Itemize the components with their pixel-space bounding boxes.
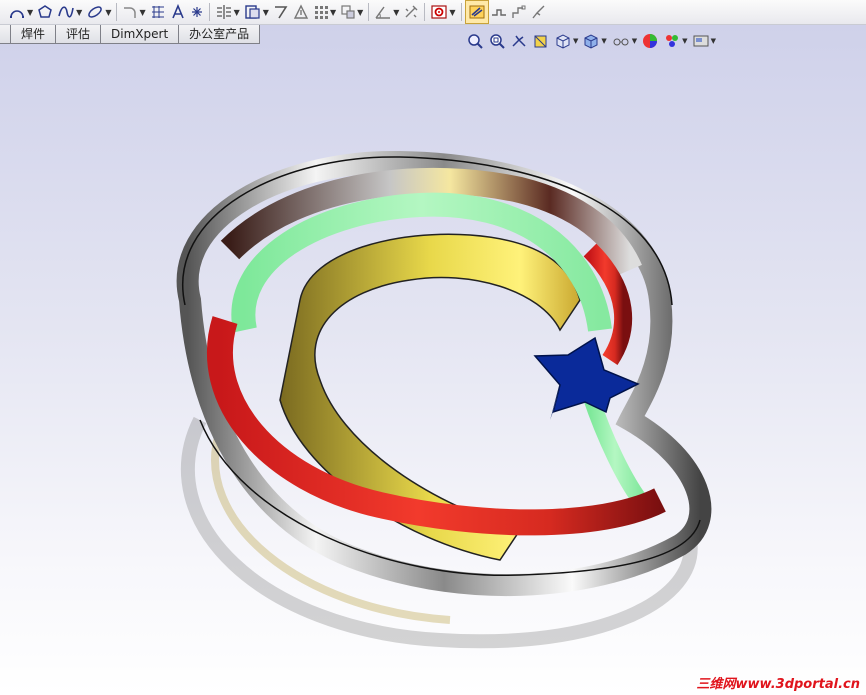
sketch-icon <box>431 5 448 19</box>
model-3d[interactable] <box>0 25 866 695</box>
dropdown-arrow-icon[interactable]: ▼ <box>601 37 606 45</box>
step-line-icon <box>491 9 506 16</box>
smart-dimension-button[interactable]: ▼ <box>0 1 35 23</box>
step-line-button[interactable] <box>489 1 509 23</box>
dropdown-arrow-icon[interactable]: ▼ <box>27 8 33 17</box>
previous-view-button[interactable] <box>510 32 528 50</box>
rapid-sketch-button[interactable] <box>464 0 489 24</box>
toolbar-separator <box>116 3 118 21</box>
apply-scene-button[interactable]: ▼ <box>663 32 688 50</box>
zoom-area-icon <box>490 34 505 49</box>
section-view-button[interactable] <box>532 32 550 50</box>
sketch-button[interactable]: ▼ <box>428 1 457 23</box>
previous-view-icon <box>512 35 526 47</box>
section-view-icon <box>534 35 547 48</box>
pattern-button[interactable]: ▼ <box>311 1 338 23</box>
dropdown-arrow-icon[interactable]: ▼ <box>393 8 399 17</box>
heads-up-toolbar: ▼ ▼ ▼ ▼ ▼ <box>466 30 720 52</box>
view-settings-icon <box>693 35 709 47</box>
fillet-icon <box>124 7 137 18</box>
command-tabs: 焊件 评估 DimXpert 办公室产品 <box>0 25 261 44</box>
toolbar-separator <box>460 3 462 21</box>
watermark-text: 三维网www.3dportal.cn <box>696 677 860 692</box>
pattern-icon <box>314 6 328 19</box>
ellipse-button[interactable]: ▼ <box>84 1 113 23</box>
spline-icon <box>58 6 74 18</box>
toolbar-separator <box>208 3 210 21</box>
toolbar-separator <box>424 3 426 21</box>
tab-dimxpert[interactable]: DimXpert <box>100 25 180 44</box>
toolbar-separator <box>368 3 370 21</box>
sketch-fillet-button[interactable] <box>509 1 529 23</box>
edit-appearance-icon <box>643 34 658 48</box>
trim-button[interactable] <box>291 1 311 23</box>
polygon-icon <box>38 5 53 18</box>
rapid-sketch-icon <box>469 5 485 19</box>
zoom-to-fit-icon <box>468 34 483 49</box>
pen-icon <box>532 5 545 19</box>
ellipse-icon <box>88 6 103 18</box>
sketch-toolbar: ▼ ▼ ▼ ▼ ▼ ▼ ▼ ▼ ▼ ▼ <box>0 0 866 25</box>
offset-icon <box>245 5 260 19</box>
sketch-fillet-icon <box>511 5 526 18</box>
dropdown-arrow-icon[interactable]: ▼ <box>330 8 336 17</box>
dropdown-arrow-icon[interactable]: ▼ <box>263 8 269 17</box>
view-settings-button[interactable]: ▼ <box>692 32 716 50</box>
dropdown-arrow-icon[interactable]: ▼ <box>682 37 687 45</box>
view-orientation-icon <box>556 34 570 49</box>
convert-button[interactable] <box>271 1 291 23</box>
text-button[interactable] <box>148 1 168 23</box>
arc-icon <box>10 10 24 18</box>
edit-appearance-button[interactable] <box>641 32 659 50</box>
text-tool-button[interactable] <box>168 1 188 23</box>
trim-icon <box>293 4 309 19</box>
tab-weldments[interactable]: 焊件 <box>10 25 57 44</box>
move-button[interactable]: ▼ <box>338 1 365 23</box>
dropdown-arrow-icon[interactable]: ▼ <box>573 37 578 45</box>
mirror-button[interactable]: ▼ <box>213 1 242 23</box>
point-icon <box>191 7 202 17</box>
dropdown-arrow-icon[interactable]: ▼ <box>632 37 637 45</box>
repair-button[interactable] <box>401 1 421 23</box>
tab-office-products[interactable]: 办公室产品 <box>178 25 261 44</box>
grid-icon <box>151 6 164 18</box>
offset-button[interactable]: ▼ <box>242 1 271 23</box>
dropdown-arrow-icon[interactable]: ▼ <box>449 8 455 17</box>
zoom-area-button[interactable] <box>488 32 506 50</box>
zoom-to-fit-button[interactable] <box>466 32 484 50</box>
dropdown-arrow-icon[interactable]: ▼ <box>76 8 82 17</box>
relation-icon <box>375 6 391 19</box>
pen-button[interactable] <box>529 1 549 23</box>
dropdown-arrow-icon[interactable]: ▼ <box>105 8 111 17</box>
dropdown-arrow-icon[interactable]: ▼ <box>139 8 145 17</box>
convert-icon <box>274 6 288 19</box>
view-orientation-button[interactable]: ▼ <box>554 32 578 50</box>
mirror-icon <box>216 5 231 19</box>
repair-icon <box>405 5 418 18</box>
text-icon <box>171 4 184 19</box>
relation-button[interactable]: ▼ <box>372 1 401 23</box>
dropdown-arrow-icon[interactable]: ▼ <box>711 37 716 45</box>
dropdown-arrow-icon[interactable]: ▼ <box>234 8 240 17</box>
tab-evaluate[interactable]: 评估 <box>55 25 102 44</box>
fillet-button[interactable]: ▼ <box>120 1 147 23</box>
dropdown-arrow-icon[interactable]: ▼ <box>357 8 363 17</box>
polygon-button[interactable] <box>35 1 55 23</box>
display-style-button[interactable]: ▼ <box>582 32 607 50</box>
hide-show-button[interactable]: ▼ <box>611 32 637 50</box>
display-style-icon <box>584 34 598 49</box>
move-icon <box>341 5 355 19</box>
apply-scene-icon <box>666 35 679 47</box>
point-button[interactable] <box>188 1 206 23</box>
spline-button[interactable]: ▼ <box>55 1 84 23</box>
hide-show-icon <box>613 38 629 46</box>
